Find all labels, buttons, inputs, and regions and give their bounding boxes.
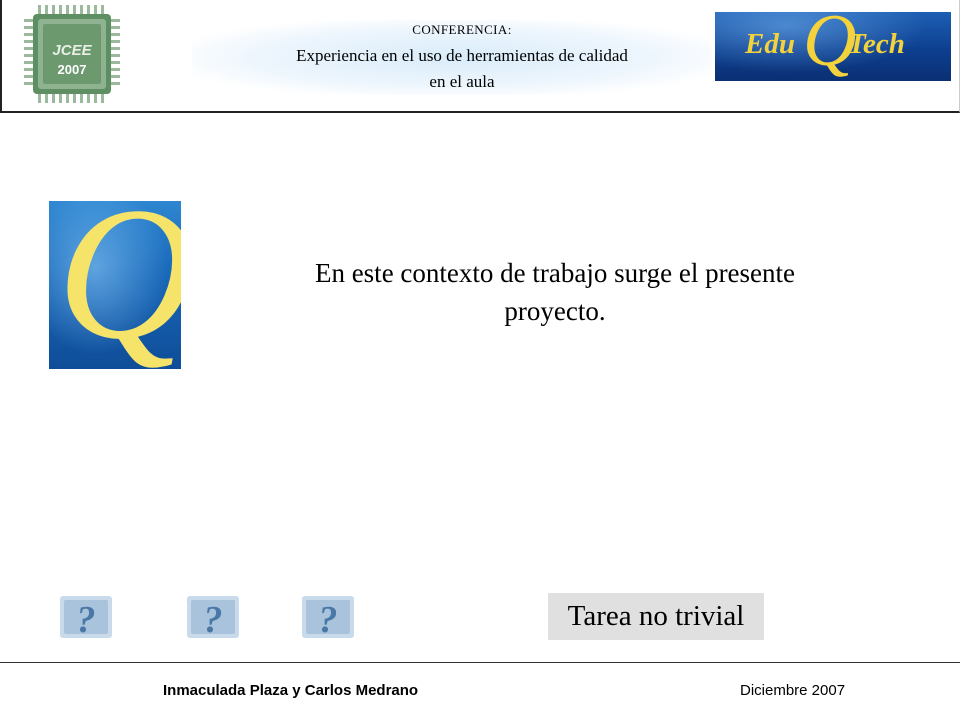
svg-text:?: ? [319,599,338,641]
footer-authors: Inmaculada Plaza y Carlos Medrano [163,682,419,699]
eduqtech-logo: Edu Q Tech [715,12,951,81]
svg-text:?: ? [204,599,223,641]
svg-text:JCEE: JCEE [52,42,92,59]
question-mark-icon: ? [187,596,239,641]
slide-header: JCEE 2007 CONFERENCIA: Experiencia en el… [0,0,960,113]
tarea-tag: Tarea no trivial [548,593,764,640]
question-mark-icon: ? [302,596,354,641]
svg-text:2007: 2007 [58,62,87,77]
q-logo: Q [49,201,181,369]
question-mark-icon: ? [60,596,112,641]
logo-tech-text: Tech [848,28,905,60]
conference-title: Experiencia en el uso de herramientas de… [202,43,722,95]
main-text-line1: En este contexto de trabajo surge el pre… [314,258,796,288]
footer-date: Diciembre 2007 [740,682,846,699]
conference-title-line1: Experiencia en el uso de herramientas de… [296,46,628,65]
svg-text:?: ? [77,599,96,641]
conference-label: CONFERENCIA: [412,22,512,37]
main-text-line2: proyecto. [504,296,606,326]
logo-edu-text: Edu [745,28,795,60]
slide-main-text: En este contexto de trabajo surge el pre… [250,254,860,330]
q-logo-letter: Q [57,201,181,369]
chip-logo-icon: JCEE 2007 [24,5,120,103]
footer-divider [0,662,960,663]
conference-title-line2: en el aula [429,72,495,91]
